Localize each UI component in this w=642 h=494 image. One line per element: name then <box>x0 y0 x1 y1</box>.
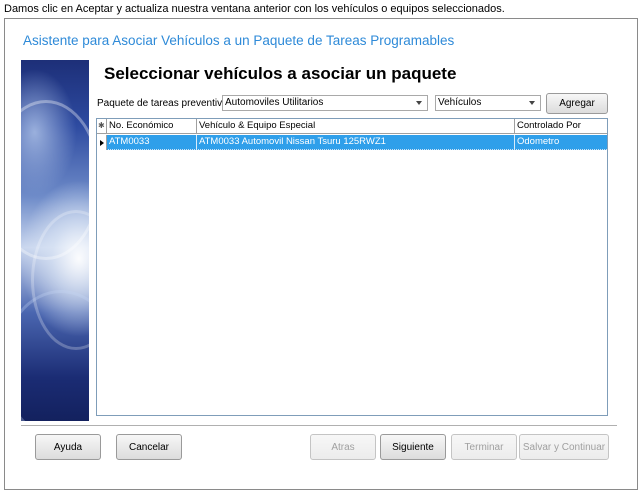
save-continue-button[interactable]: Salvar y Continuar <box>519 434 609 460</box>
finish-button[interactable]: Terminar <box>451 434 517 460</box>
column-header-vehiculo[interactable]: Vehículo & Equipo Especial <box>197 119 515 134</box>
package-label: Paquete de tareas preventivas: <box>97 98 236 109</box>
add-button[interactable]: Agregar <box>546 93 608 114</box>
chevron-down-icon[interactable] <box>413 96 425 110</box>
table-row[interactable]: ATM0033 ATM0033 Automovil Nissan Tsuru 1… <box>97 135 607 150</box>
chevron-down-icon[interactable] <box>526 96 538 110</box>
page-heading: Seleccionar vehículos a asociar un paque… <box>104 64 457 83</box>
help-button[interactable]: Ayuda <box>35 434 101 460</box>
tutorial-caption: Damos clic en Aceptar y actualiza nuestr… <box>4 3 505 15</box>
type-select[interactable]: Vehículos <box>435 95 541 111</box>
cell-vehiculo[interactable]: ATM0033 Automovil Nissan Tsuru 125RWZ1 <box>197 135 515 150</box>
type-select-value: Vehículos <box>438 97 482 108</box>
package-select[interactable]: Automoviles Utilitarios <box>222 95 428 111</box>
back-button[interactable]: Atras <box>310 434 376 460</box>
column-header-controlado-por[interactable]: Controlado Por <box>515 119 607 134</box>
column-header-no-economico[interactable]: No. Económico <box>107 119 197 134</box>
next-button[interactable]: Siguiente <box>380 434 446 460</box>
cell-no-economico[interactable]: ATM0033 <box>107 135 197 150</box>
package-select-value: Automoviles Utilitarios <box>225 97 324 108</box>
new-row-marker-icon: ✱ <box>97 119 107 134</box>
footer-divider <box>21 425 617 426</box>
cell-controlado-por[interactable]: Odometro <box>515 135 607 150</box>
grid-header: ✱ No. Económico Vehículo & Equipo Especi… <box>97 119 607 134</box>
wizard-side-banner-image <box>21 60 89 421</box>
current-row-arrow-icon <box>97 135 107 150</box>
vehicles-grid[interactable]: ✱ No. Económico Vehículo & Equipo Especi… <box>96 118 608 416</box>
wizard-title: Asistente para Asociar Vehículos a un Pa… <box>23 33 455 48</box>
cancel-button[interactable]: Cancelar <box>116 434 182 460</box>
